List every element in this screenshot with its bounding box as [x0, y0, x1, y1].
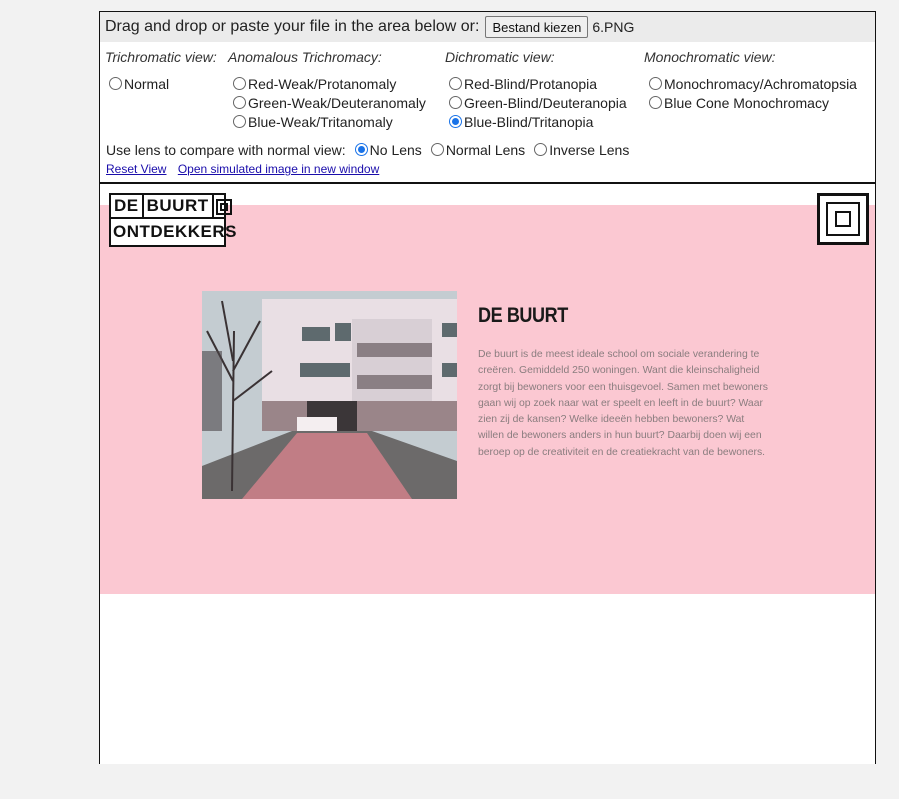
radio-icon[interactable]: [233, 96, 246, 109]
radio-checked-icon[interactable]: [354, 143, 368, 156]
radio-normal[interactable]: Normal: [108, 74, 217, 93]
neighbourhood-photo: [202, 291, 457, 499]
logo-square-icon: [214, 195, 233, 217]
monochromatic-column: Monochromatic view: Monochromacy/Achroma…: [644, 49, 857, 112]
logo-word-de: DE: [111, 195, 144, 217]
radio-icon[interactable]: [233, 115, 246, 128]
radio-tritanomaly[interactable]: Blue-Weak/Tritanomaly: [232, 112, 426, 131]
trichromatic-column: Trichromatic view: Normal: [105, 49, 217, 93]
view-controls: Trichromatic view: Normal Anomalous Tric…: [100, 42, 875, 182]
radio-label: Inverse Lens: [549, 141, 630, 158]
radio-icon[interactable]: [449, 77, 462, 90]
file-name: 6.PNG: [592, 19, 635, 35]
radio-icon[interactable]: [649, 96, 662, 109]
radio-normal-lens[interactable]: Normal Lens: [430, 140, 525, 159]
radio-icon[interactable]: [430, 143, 444, 156]
radio-label: Green-Blind/Deuteranopia: [464, 94, 627, 111]
open-new-window-link[interactable]: Open simulated image in new window: [178, 162, 379, 176]
radio-label: No Lens: [369, 141, 422, 158]
radio-deuteranopia[interactable]: Green-Blind/Deuteranopia: [448, 93, 627, 112]
radio-protanopia[interactable]: Red-Blind/Protanopia: [448, 74, 627, 93]
radio-label: Blue Cone Monochromacy: [664, 94, 829, 111]
radio-label: Normal: [124, 75, 170, 92]
section-body: De buurt is de meest ideale school om so…: [478, 349, 768, 458]
drop-prompt: Drag and drop or paste your file in the …: [105, 18, 480, 35]
anomalous-title: Anomalous Trichromacy:: [228, 49, 382, 65]
radio-label: Blue-Weak/Tritanomaly: [248, 113, 393, 130]
file-drop-bar[interactable]: Drag and drop or paste your file in the …: [100, 12, 875, 42]
site-logo: DE BUURT ONTDEKKERS: [109, 193, 238, 247]
lens-row: Use lens to compare with normal view: No…: [106, 140, 629, 159]
simulator-panel: Drag and drop or paste your file in the …: [99, 11, 876, 764]
radio-icon[interactable]: [233, 77, 246, 90]
core-square: [835, 211, 851, 227]
radio-achromatopsia[interactable]: Monochromacy/Achromatopsia: [648, 74, 857, 93]
radio-icon[interactable]: [109, 77, 122, 90]
radio-label: Red-Weak/Protanomaly: [248, 75, 397, 92]
radio-label: Green-Weak/Deuteranomaly: [248, 94, 426, 111]
logo-word-ontdekkers: ONTDEKKERS: [113, 222, 238, 241]
simulated-image: DE BUURT ONTDEKKERS DE BUURT De buurt is…: [100, 184, 875, 764]
radio-no-lens[interactable]: No Lens: [354, 140, 422, 159]
logo-word-buurt: BUURT: [144, 195, 214, 217]
dichromatic-title: Dichromatic view:: [445, 49, 555, 65]
radio-label: Monochromacy/Achromatopsia: [664, 75, 857, 92]
radio-protanomaly[interactable]: Red-Weak/Protanomaly: [232, 74, 426, 93]
photo-illustration: [202, 291, 457, 499]
monochromatic-title: Monochromatic view:: [644, 49, 776, 65]
radio-icon[interactable]: [449, 96, 462, 109]
radio-checked-icon[interactable]: [449, 115, 462, 128]
reset-view-link[interactable]: Reset View: [106, 162, 166, 176]
radio-blue-cone[interactable]: Blue Cone Monochromacy: [648, 93, 857, 112]
anomalous-column: Anomalous Trichromacy: Red-Weak/Protanom…: [228, 49, 426, 131]
trichromatic-title: Trichromatic view:: [105, 49, 217, 65]
links-row: Reset View Open simulated image in new w…: [106, 162, 387, 176]
radio-label: Red-Blind/Protanopia: [464, 75, 598, 92]
radio-icon[interactable]: [534, 143, 548, 156]
section-heading: DE BUURT: [478, 304, 568, 327]
inner-square: [826, 202, 860, 236]
lens-label: Use lens to compare with normal view:: [106, 141, 346, 158]
dichromatic-column: Dichromatic view: Red-Blind/Protanopia G…: [445, 49, 627, 131]
radio-deuteranomaly[interactable]: Green-Weak/Deuteranomaly: [232, 93, 426, 112]
logo-row-top: DE BUURT: [111, 195, 233, 219]
radio-label: Normal Lens: [445, 141, 526, 158]
radio-label: Blue-Blind/Tritanopia: [464, 113, 594, 130]
radio-inverse-lens[interactable]: Inverse Lens: [533, 140, 629, 159]
radio-icon[interactable]: [649, 77, 662, 90]
choose-file-button[interactable]: Bestand kiezen: [485, 16, 589, 38]
menu-square-icon[interactable]: [817, 193, 869, 245]
radio-tritanopia[interactable]: Blue-Blind/Tritanopia: [448, 112, 627, 131]
